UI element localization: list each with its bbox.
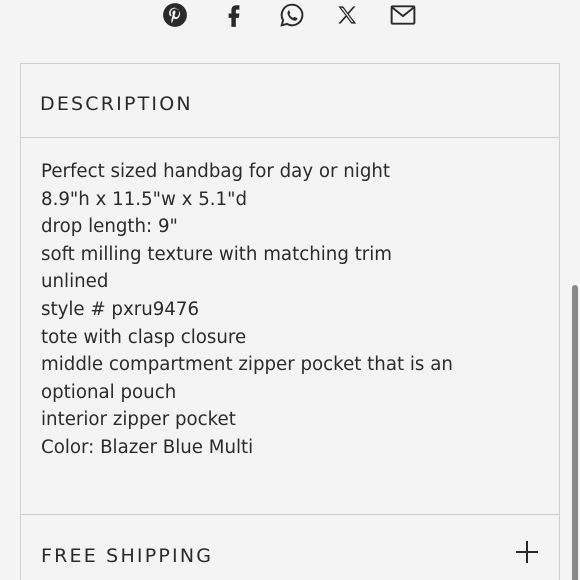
x-icon[interactable] — [334, 2, 360, 28]
email-icon[interactable] — [390, 2, 416, 28]
description-line: interior zipper pocket — [41, 409, 236, 431]
facebook-icon[interactable] — [221, 2, 247, 28]
description-line: unlined — [41, 271, 109, 293]
description-line: drop length: 9" — [41, 216, 178, 238]
description-line: tote with clasp closure — [41, 326, 247, 348]
product-info-accordion: DESCRIPTION Perfect sized handbag for da… — [20, 63, 560, 580]
description-title: DESCRIPTION — [40, 93, 193, 115]
description-line: Perfect sized handbag for day or night — [41, 161, 391, 182]
pinterest-icon[interactable] — [162, 2, 188, 28]
description-line: optional pouch — [41, 381, 177, 403]
free-shipping-title: FREE SHIPPING — [41, 545, 214, 567]
description-header[interactable]: DESCRIPTION — [21, 64, 559, 138]
description-line: 8.9"h x 11.5"w x 5.1"d — [41, 188, 248, 210]
scrollbar[interactable] — [572, 285, 578, 580]
description-body: Perfect sized handbag for day or night 8… — [21, 138, 559, 515]
whatsapp-icon[interactable] — [279, 2, 305, 28]
plus-icon[interactable] — [516, 541, 538, 563]
share-row — [0, 0, 580, 40]
description-line: middle compartment zipper pocket that is… — [41, 354, 453, 376]
description-line: style # pxru9476 — [41, 298, 200, 320]
description-line: Color: Blazer Blue Multi — [41, 436, 254, 458]
description-line: soft milling texture with matching trim — [41, 243, 393, 265]
free-shipping-header[interactable]: FREE SHIPPING — [21, 515, 559, 580]
